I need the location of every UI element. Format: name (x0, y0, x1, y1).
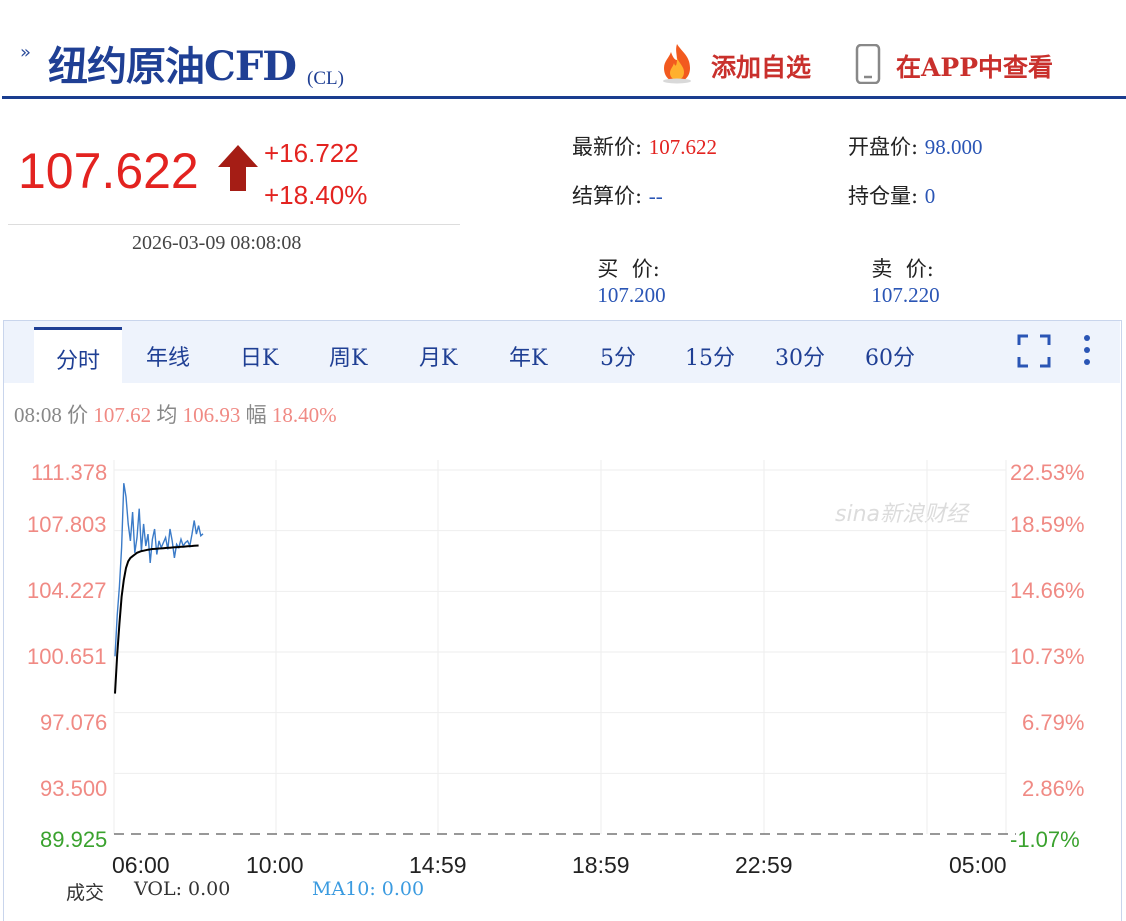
info-avg-value: 106.93 (182, 403, 241, 427)
y-right-tick: 22.53% (1010, 460, 1085, 485)
y-right-tick: 10.73% (1010, 644, 1085, 669)
field-settle-value: -- (648, 184, 663, 208)
average-line (114, 544, 199, 694)
y-left-tick: 89.925 (40, 827, 108, 852)
tab-60min[interactable]: 60分 (865, 340, 915, 372)
field-latest-value: 107.622 (648, 135, 718, 159)
x-tick: 10:00 (246, 852, 304, 878)
field-ask-label: 卖 价: (871, 257, 934, 281)
info-time: 08:08 (14, 403, 62, 427)
x-tick: 06:00 (112, 852, 170, 878)
tab-weekly-k[interactable]: 周K (329, 340, 367, 372)
field-bid-value: 107.200 (597, 283, 666, 307)
field-settle-label: 结算价: (572, 184, 643, 208)
tab-15min[interactable]: 15分 (685, 340, 735, 372)
intraday-chart[interactable] (0, 440, 1126, 888)
ma10-label: MA10: 0.00 (312, 878, 425, 900)
tab-5min[interactable]: 5分 (600, 340, 636, 372)
field-open-label: 开盘价: (848, 135, 919, 159)
phone-icon[interactable] (855, 44, 881, 84)
tab-year-line[interactable]: 年线 (146, 340, 190, 372)
volume-deal-label: 成交 (66, 882, 105, 904)
y-right-tick: 2.86% (1022, 776, 1085, 801)
y-right-tick: 18.59% (1010, 512, 1085, 537)
x-tick: 18:59 (572, 852, 630, 878)
info-amp-value: 18.40% (271, 403, 337, 427)
field-ask: 卖 价: 107.220 (858, 229, 940, 308)
crosshair-info: 08:08 价 107.62 均 106.93 幅 18.40% (14, 399, 337, 429)
x-tick: 14:59 (409, 852, 467, 878)
price-line (114, 483, 204, 657)
fire-icon[interactable] (656, 42, 698, 84)
y-right-tick: -1.07% (1010, 827, 1080, 852)
tab-30min[interactable]: 30分 (775, 340, 825, 372)
field-oi-value: 0 (924, 184, 936, 208)
x-tick: 22:59 (735, 852, 793, 878)
field-open: 开盘价: 98.000 (848, 131, 983, 161)
field-settle: 结算价: -- (572, 180, 663, 210)
field-open-interest: 持仓量: 0 (848, 180, 935, 210)
y-left-tick: 93.500 (40, 776, 108, 801)
view-in-app-button[interactable]: 在APP中查看 (896, 48, 1053, 84)
symbol-code: (CL) (307, 68, 344, 89)
field-bid-label: 买 价: (597, 257, 660, 281)
quote-timestamp: 2026-03-09 08:08:08 (132, 232, 302, 254)
fullscreen-icon[interactable] (1017, 334, 1051, 368)
title-chevron-icon: » (20, 42, 32, 63)
field-latest: 最新价: 107.622 (572, 131, 717, 161)
more-menu-icon[interactable] (1080, 333, 1094, 367)
field-bid: 买 价: 107.200 (584, 229, 666, 308)
y-right-tick: 14.66% (1010, 578, 1085, 603)
y-left-tick: 111.378 (31, 460, 108, 485)
price-divider (8, 224, 460, 225)
info-avg-label: 均 (156, 403, 178, 427)
x-tick: 05:00 (949, 852, 1007, 878)
y-left-tick: 97.076 (40, 710, 108, 735)
y-left-tick: 104.227 (27, 578, 107, 603)
header-divider (2, 96, 1126, 99)
page-title: 纽约原油CFD (48, 43, 297, 90)
up-arrow-icon (218, 145, 258, 191)
info-price-value: 107.62 (93, 403, 152, 427)
field-latest-label: 最新价: (572, 135, 643, 159)
current-price: 107.622 (18, 143, 199, 199)
y-left-tick: 100.651 (27, 644, 107, 669)
y-left-tick: 107.803 (27, 512, 107, 537)
tab-daily-k[interactable]: 日K (240, 340, 278, 372)
volume-label: VOL: 0.00 (134, 878, 231, 900)
tab-yearly-k[interactable]: 年K (509, 340, 547, 372)
info-price-label: 价 (67, 403, 89, 427)
field-oi-label: 持仓量: (848, 184, 919, 208)
price-change-percent: +18.40% (264, 180, 368, 210)
tab-monthly-k[interactable]: 月K (419, 340, 457, 372)
info-amp-label: 幅 (245, 403, 267, 427)
field-open-value: 98.000 (924, 135, 983, 159)
add-watchlist-button[interactable]: 添加自选 (711, 48, 811, 84)
tab-intraday[interactable]: 分时 (56, 343, 100, 375)
y-right-tick: 6.79% (1022, 710, 1085, 735)
price-change: +16.722 (264, 138, 359, 168)
field-ask-value: 107.220 (871, 283, 940, 307)
